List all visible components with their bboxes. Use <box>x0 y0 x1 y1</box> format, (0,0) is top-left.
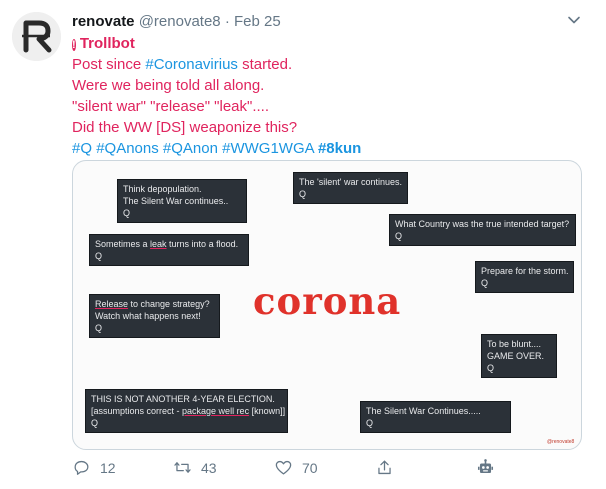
drop-text-underlined: leak <box>150 239 167 249</box>
reply-count: 12 <box>100 459 116 476</box>
like-button[interactable]: 70 <box>274 458 318 477</box>
bot-analysis-button[interactable] <box>476 458 495 477</box>
hashtag-link[interactable]: #Coronavirius <box>145 56 238 73</box>
hashtag-link[interactable]: #8kun <box>318 140 361 157</box>
q-drop-box: Think depopulation. The Silent War conti… <box>117 179 247 223</box>
drop-text: [assumptions correct - package well rec … <box>91 405 286 417</box>
drop-signature: Q <box>299 189 307 199</box>
drop-text: What Country was the true intended targe… <box>395 219 570 229</box>
drop-text: Prepare for the storm. <box>481 266 569 276</box>
share-icon <box>378 460 391 475</box>
reply-icon <box>74 460 89 475</box>
drop-signature: Q <box>95 323 103 333</box>
author-name[interactable]: renovate <box>72 13 135 30</box>
text-line-4: Did the WW [DS] weaponize this? <box>72 119 298 136</box>
q-drop-box: To be blunt.... GAME OVER. Q <box>481 334 557 378</box>
reply-button[interactable]: 12 <box>72 458 116 477</box>
retweet-icon <box>174 462 191 473</box>
text-line-3: "silent war" "release" "leak".... <box>72 98 270 115</box>
hashtag-line: #Q #QAnons #QAnon #WWG1WGA #8kun <box>72 138 592 159</box>
drop-text: Watch what happens next! <box>95 311 201 321</box>
drop-text-part: Sometimes a <box>95 239 151 249</box>
hashtag-link[interactable]: #WWG1WGA <box>222 140 314 157</box>
retweet-count: 43 <box>201 459 217 476</box>
drop-text: Release to change strategy? <box>95 298 214 310</box>
drop-text: Sometimes a leak turns into a flood. <box>95 238 243 250</box>
q-drop-box: THIS IS NOT ANOTHER 4-YEAR ELECTION. [as… <box>85 389 288 433</box>
drop-signature: Q <box>91 418 99 428</box>
drop-text-part: [known]] <box>249 406 286 416</box>
drop-signature: Q <box>481 278 489 288</box>
drop-text-underlined: package well rec <box>182 406 250 416</box>
like-count: 70 <box>302 459 318 476</box>
line1-prefix: Post since <box>72 56 146 73</box>
share-button[interactable] <box>375 458 394 477</box>
separator-dot: · <box>224 13 230 30</box>
warning-icon: ! <box>72 39 76 51</box>
drop-text: GAME OVER. <box>487 351 545 361</box>
retweet-button[interactable]: 43 <box>173 458 217 477</box>
drop-text: The 'silent' war continues. <box>299 177 402 187</box>
tweet-date[interactable]: Feb 25 <box>234 13 281 30</box>
author-handle[interactable]: @renovate8 <box>139 13 221 30</box>
q-drop-box: The 'silent' war continues. Q <box>293 172 408 204</box>
trollbot-label: ! Trollbot <box>72 33 592 54</box>
q-drop-box: The Silent War Continues..... Q <box>360 401 511 433</box>
hashtag-link[interactable]: #QAnon <box>163 140 218 157</box>
tweet-text: ! Trollbot Post since #Coronavirius star… <box>72 33 592 159</box>
q-drop-box: What Country was the true intended targe… <box>389 214 576 246</box>
line1-suffix: started. <box>237 56 293 73</box>
chevron-down-icon[interactable] <box>566 12 582 28</box>
drop-text: The Silent War continues.. <box>123 196 229 206</box>
drop-signature: Q <box>487 363 495 373</box>
drop-text: Think depopulation. <box>123 184 202 194</box>
text-line-1: Post since #Coronavirius started. <box>72 54 592 75</box>
drop-text-underlined: Release <box>95 299 129 309</box>
drop-text-part: to change strategy? <box>128 299 210 309</box>
heart-icon <box>275 460 292 475</box>
q-drop-box: Prepare for the storm. Q <box>475 261 574 293</box>
label-text: Trollbot <box>79 35 135 52</box>
robot-icon <box>477 459 494 474</box>
tweet-actions: 12 43 70 <box>72 458 592 482</box>
drop-signature: Q <box>366 418 374 428</box>
drop-signature: Q <box>95 251 103 261</box>
drop-text: To be blunt.... <box>487 339 542 349</box>
hashtag-link[interactable]: #Q <box>72 140 92 157</box>
image-watermark: @renovate8 <box>547 439 575 445</box>
r-logo-icon <box>12 12 61 61</box>
text-line-2: Were we being told all along. <box>72 77 265 94</box>
drop-text-part: [assumptions correct - <box>91 406 183 416</box>
attached-image[interactable]: Think depopulation. The Silent War conti… <box>72 160 582 450</box>
drop-text-part: turns into a flood. <box>166 239 239 249</box>
drop-text: The Silent War Continues..... <box>366 406 481 416</box>
corona-word: corona <box>253 279 402 323</box>
tweet-header: renovate @renovate8 · Feb 25 <box>72 12 281 32</box>
hashtag-link[interactable]: #QAnons <box>96 140 159 157</box>
q-drop-box: Release to change strategy? Watch what h… <box>89 294 220 338</box>
drop-signature: Q <box>395 231 403 241</box>
drop-text: THIS IS NOT ANOTHER 4-YEAR ELECTION. <box>91 394 275 404</box>
q-drop-box: Sometimes a leak turns into a flood. Q <box>89 234 249 266</box>
avatar[interactable] <box>12 12 61 61</box>
drop-signature: Q <box>123 208 131 218</box>
